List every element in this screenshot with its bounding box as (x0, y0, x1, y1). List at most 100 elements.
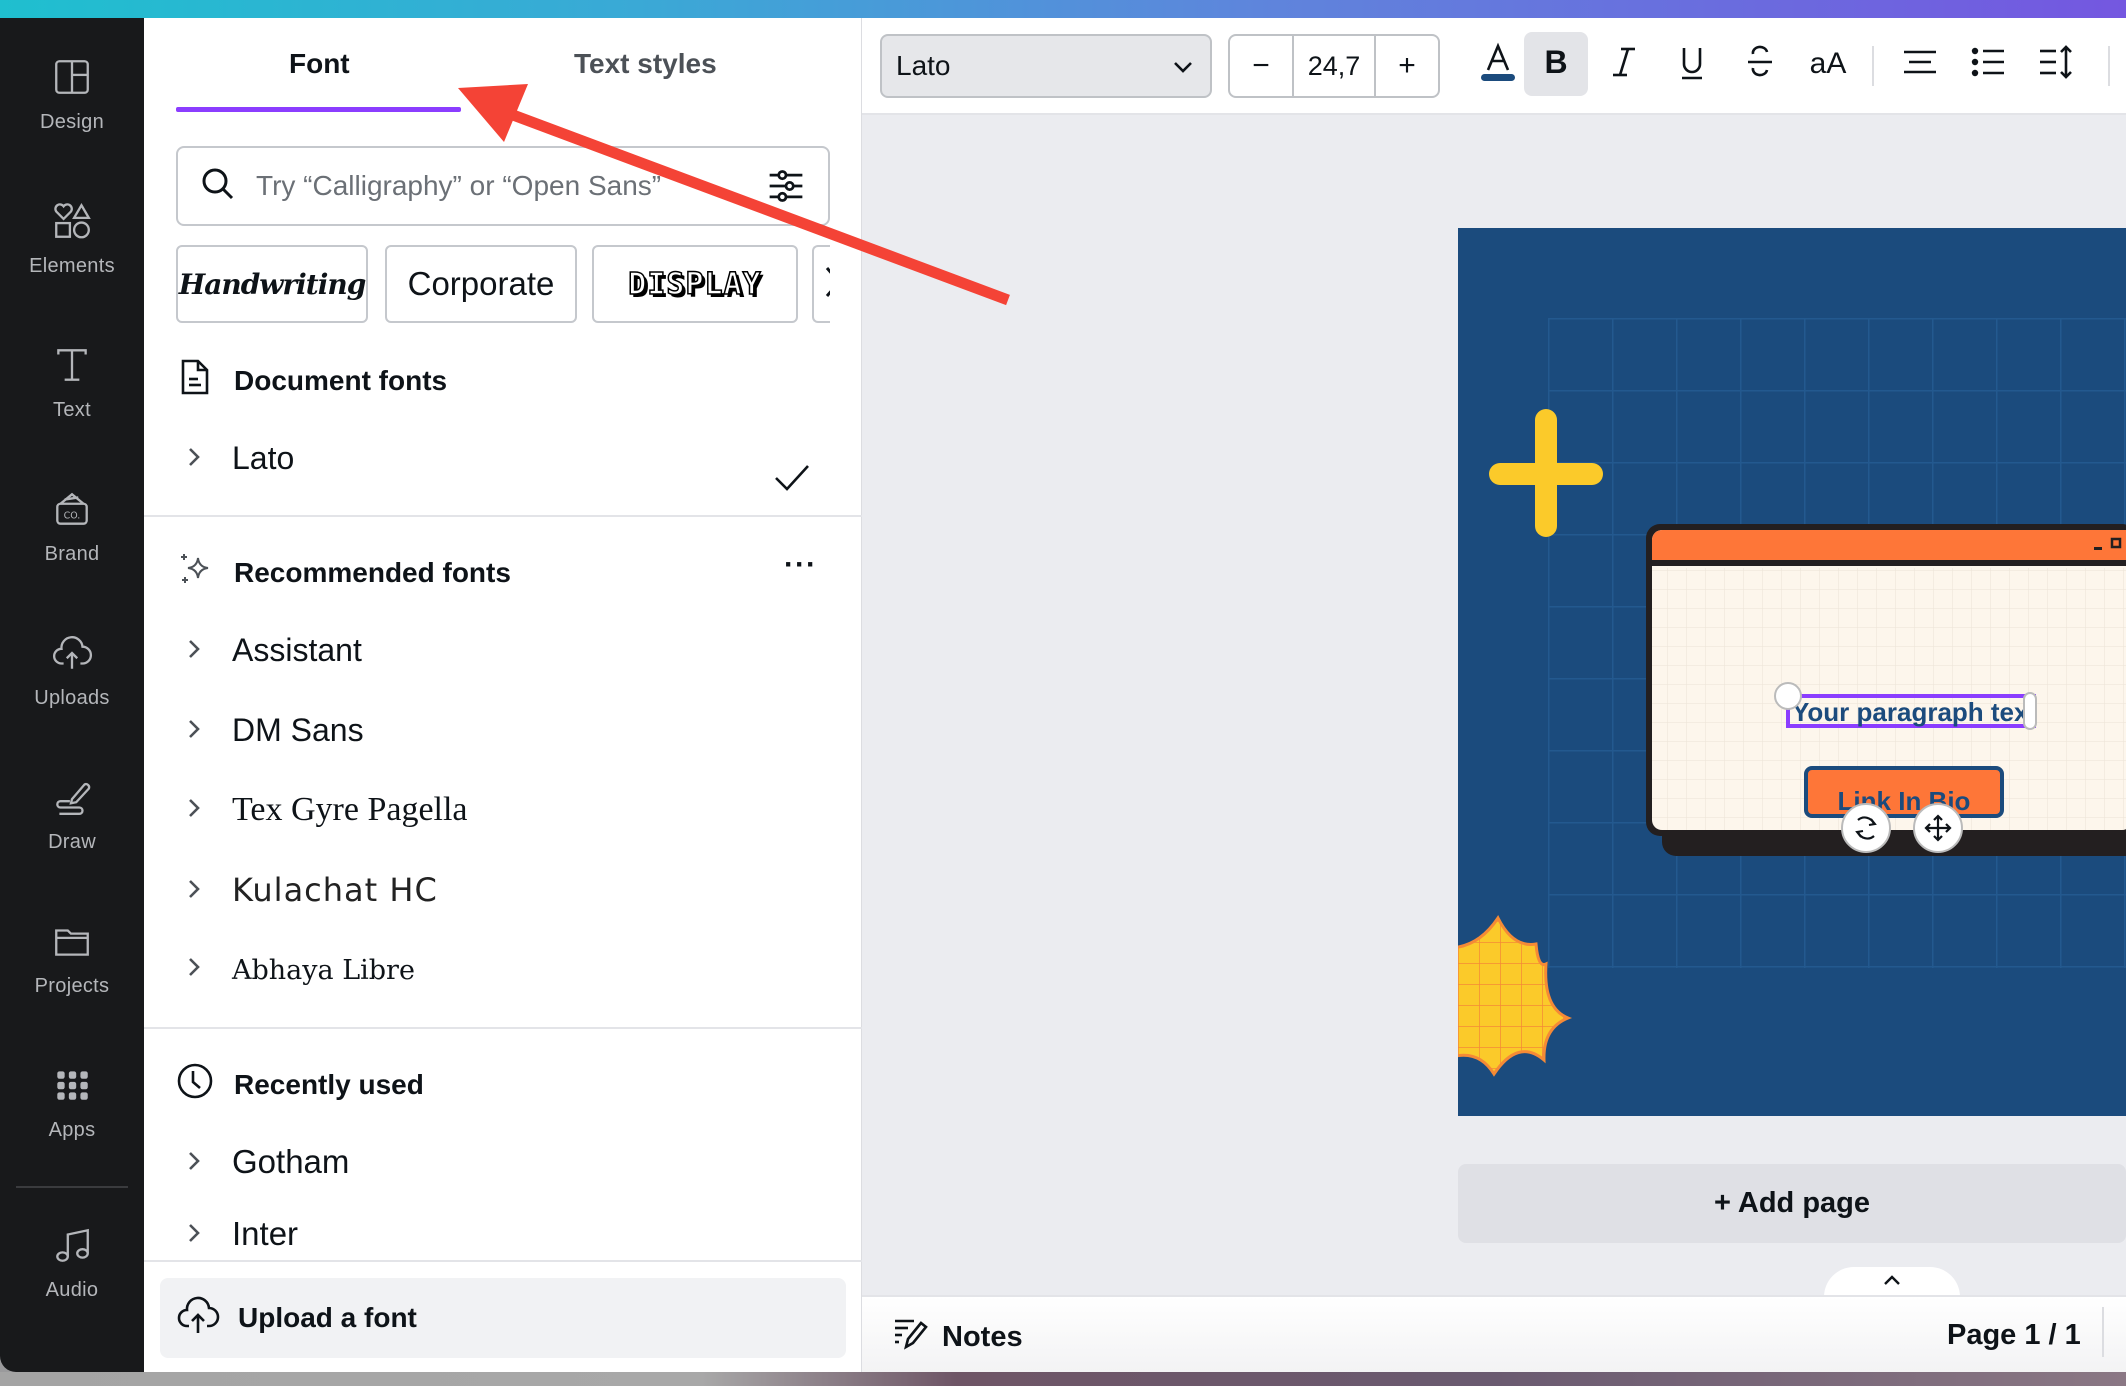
text-color-button[interactable] (1466, 32, 1530, 96)
sidebar-item-design[interactable]: Design (0, 40, 144, 150)
notes-button[interactable]: Notes (892, 1315, 1023, 1359)
tab-text-styles[interactable]: Text styles (574, 48, 717, 80)
font-row-inter[interactable]: Inter (182, 1212, 822, 1256)
line-spacing-icon (2036, 42, 2076, 87)
chevron-right-icon (182, 632, 232, 669)
bottom-separator (2102, 1307, 2104, 1357)
design-page[interactable]: Your paragraph text Link In Bio (1458, 228, 2126, 1116)
font-name: DM Sans (232, 711, 364, 748)
sidebar-item-elements[interactable]: Elements (0, 184, 144, 294)
align-center-button[interactable] (1888, 32, 1952, 96)
bold-button[interactable]: B (1524, 32, 1588, 96)
section-recently-used: Recently used (176, 1062, 424, 1107)
section-document-fonts: Document fonts (176, 358, 447, 403)
bottom-bar: Notes Page 1 / 1 (862, 1295, 2126, 1372)
font-name: Lato (232, 439, 295, 476)
font-name: Gotham (232, 1143, 350, 1180)
sidebar-item-label: Brand (44, 543, 100, 565)
font-row-kulachat-hc[interactable]: Kulachat HC (182, 860, 822, 920)
chip-handwriting[interactable]: Handwriting (176, 245, 368, 323)
toolbar-separator (1872, 46, 1874, 86)
font-size-input[interactable]: 24,7 (1292, 36, 1376, 96)
font-row-assistant[interactable]: Assistant (182, 620, 822, 680)
bullet-list-icon (1968, 42, 2008, 87)
tab-font[interactable]: Font (289, 48, 350, 80)
expand-pages-button[interactable] (1824, 1267, 1960, 1297)
chip-display[interactable]: DISPLAY (592, 245, 798, 323)
sidebar-item-audio[interactable]: Audio (0, 1208, 144, 1318)
chips-next-button[interactable] (812, 245, 830, 323)
sidebar-item-apps[interactable]: Apps (0, 1048, 144, 1158)
apps-grid-icon (51, 1064, 93, 1111)
chevron-right-icon (182, 791, 232, 829)
spacing-button[interactable] (2024, 32, 2088, 96)
sidebar-item-label: Design (39, 111, 105, 133)
font-search-box[interactable] (176, 146, 830, 226)
font-category-chips: Handwriting Corporate DISPLAY (176, 245, 830, 325)
window-top-gradient-bar (0, 0, 2126, 18)
sidebar-item-label: Draw (48, 831, 96, 853)
chip-corporate[interactable]: Corporate (385, 245, 577, 323)
filter-sliders-icon[interactable] (766, 166, 810, 210)
rotate-handle[interactable] (1841, 803, 1891, 853)
sidebar-item-text[interactable]: Text (0, 328, 144, 438)
desktop-background-strip (0, 1372, 2126, 1386)
page-indicator[interactable]: Page 1 / 1 (1947, 1319, 2081, 1352)
font-family-dropdown[interactable]: Lato (880, 34, 1212, 98)
toolbar-separator (2108, 46, 2110, 86)
add-page-button[interactable]: + Add page (1458, 1164, 2126, 1243)
font-size-stepper: − 24,7 + (1228, 34, 1440, 98)
section-divider (144, 1260, 862, 1262)
sidebar-item-projects[interactable]: Projects (0, 904, 144, 1014)
width-handle[interactable] (2023, 692, 2037, 730)
underline-button[interactable] (1660, 32, 1724, 96)
clock-icon (176, 1062, 234, 1107)
svg-text:CO.: CO. (64, 510, 81, 521)
layout-icon (51, 56, 93, 103)
sidebar-item-label: Uploads (34, 687, 110, 709)
font-name: Inter (232, 1215, 299, 1252)
font-row-abhaya-libre[interactable]: Abhaya Libre (182, 940, 822, 1000)
sidebar-item-draw[interactable]: Draw (0, 760, 144, 870)
list-button[interactable] (1956, 32, 2020, 96)
italic-icon (1604, 42, 1644, 87)
letter-case-button[interactable]: aA (1796, 32, 1860, 96)
chevron-right-icon (182, 440, 232, 477)
move-handle[interactable] (1913, 803, 1963, 853)
design-artwork: Your paragraph text Link In Bio (1458, 318, 2126, 1077)
font-panel: Font Text styles Handwriting Corporate D… (144, 18, 862, 1372)
upload-font-button[interactable]: Upload a font (160, 1278, 846, 1358)
font-row-lato[interactable]: Lato (182, 428, 822, 491)
resize-handle[interactable] (1774, 682, 1802, 710)
underline-icon (1672, 42, 1712, 87)
font-name: Assistant (232, 631, 362, 668)
more-options-button[interactable]: ··· (784, 548, 817, 582)
chevron-up-icon (1882, 1273, 1902, 1292)
font-row-tex-gyre-pagella[interactable]: Tex Gyre Pagella (182, 780, 822, 840)
sidebar-item-brand[interactable]: CO. Brand (0, 472, 144, 582)
increase-font-size-button[interactable]: + (1376, 36, 1438, 96)
section-recommended-fonts: Recommended fonts (176, 550, 511, 595)
sidebar: Design Elements Text CO. Brand Uploads D… (0, 18, 144, 1372)
decrease-font-size-button[interactable]: − (1230, 36, 1292, 96)
font-name: Tex Gyre Pagella (232, 791, 468, 828)
letter-case-icon: aA (1809, 47, 1847, 80)
paragraph-text[interactable]: Your paragraph text (1792, 697, 2037, 727)
section-divider (144, 1027, 862, 1029)
chevron-right-icon (182, 1215, 232, 1253)
sidebar-divider (16, 1186, 128, 1188)
cloud-upload-icon (176, 1293, 238, 1344)
strikethrough-button[interactable] (1728, 32, 1792, 96)
sidebar-item-label: Text (53, 399, 91, 421)
sidebar-item-uploads[interactable]: Uploads (0, 616, 144, 726)
font-family-value: Lato (896, 50, 951, 81)
cloud-upload-icon (51, 632, 93, 679)
italic-button[interactable] (1592, 32, 1656, 96)
music-note-icon (51, 1224, 93, 1271)
section-title: Recommended fonts (234, 556, 511, 588)
sparkle-icon (176, 550, 234, 595)
folder-icon (51, 920, 93, 967)
font-row-gotham[interactable]: Gotham (182, 1132, 822, 1192)
font-row-dm-sans[interactable]: DM Sans (182, 700, 822, 760)
font-search-input[interactable] (256, 170, 736, 202)
